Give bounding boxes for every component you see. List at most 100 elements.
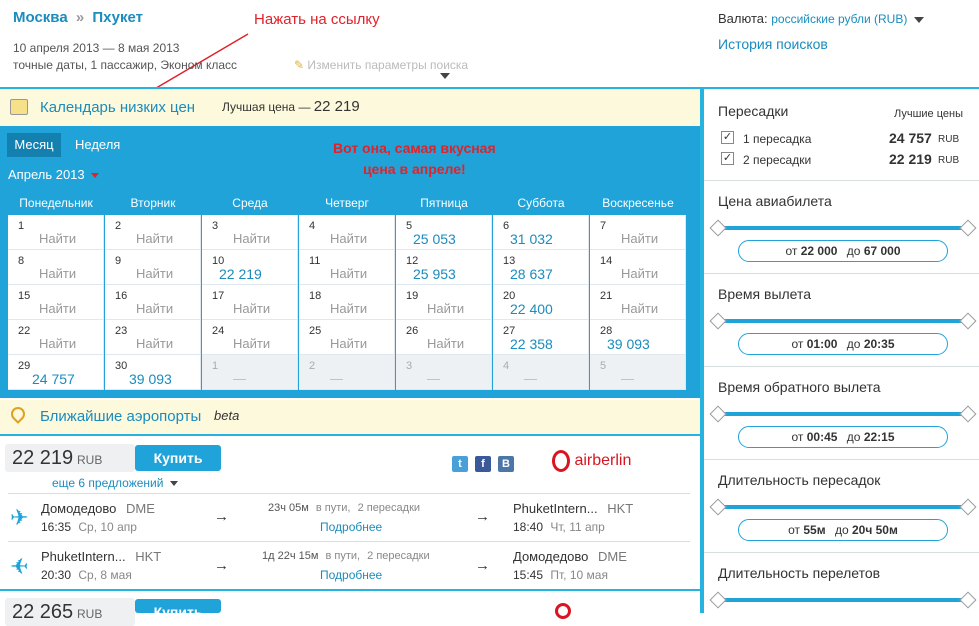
flight-duration-slider-track[interactable] [718,598,970,602]
day-find-link[interactable]: Найти [427,336,464,351]
nearby-airports-link[interactable]: Ближайшие аэропорты [40,408,201,425]
day-number: 19 [406,290,419,302]
calendar-day-cell[interactable]: 26 Найти [396,320,492,355]
filter-separator [704,180,979,181]
calendar-day-cell[interactable]: 20 22 400 [493,285,589,320]
calendar-day-cell[interactable]: 29 24 757 [8,355,104,390]
vkontakte-icon[interactable]: B [498,456,514,472]
beta-badge: beta [214,408,240,423]
calendar-day-cell[interactable]: 21 Найти [590,285,686,320]
day-find-link[interactable]: Найти [39,231,76,246]
buy-button[interactable]: Купить [135,445,221,471]
calendar-day-cell[interactable]: 17 Найти [202,285,298,320]
tab-month[interactable]: Месяц [7,133,61,157]
more-offers-link[interactable]: еще 6 предложений [52,476,178,490]
calendar-day-cell[interactable]: 11 Найти [299,250,395,285]
day-find-link[interactable]: Найти [136,266,173,281]
calendar-day-cell[interactable]: 18 Найти [299,285,395,320]
day-find-link[interactable]: Найти [233,336,270,351]
day-price[interactable]: 22 400 [510,301,553,317]
day-number: 16 [115,290,128,302]
day-find-link[interactable]: Найти [233,301,270,316]
tab-week[interactable]: Неделя [75,137,120,152]
calendar-day-cell[interactable]: 6 31 032 [493,215,589,250]
return-range-display: от 00:45 до 22:15 [738,426,948,448]
calendar-day-cell[interactable]: 27 22 358 [493,320,589,355]
day-find-link[interactable]: Найти [330,336,367,351]
calendar-day-cell[interactable]: 12 25 953 [396,250,492,285]
calendar-day-cell[interactable]: 15 Найти [8,285,104,320]
calendar-day-cell[interactable]: 16 Найти [105,285,201,320]
chevron-down-icon[interactable] [440,73,450,79]
calendar-day-cell[interactable]: 14 Найти [590,250,686,285]
price-slider-track[interactable] [718,226,970,230]
day-price[interactable]: 39 093 [607,336,650,352]
day-find-link[interactable]: Найти [233,231,270,246]
day-find-link[interactable]: Найти [136,231,173,246]
day-price[interactable]: 24 757 [32,371,75,387]
calendar-day-cell[interactable]: 1 Найти [8,215,104,250]
return-filter-title: Время обратного вылета [718,379,881,395]
day-find-link[interactable]: Найти [621,231,658,246]
low-price-calendar-link[interactable]: Календарь низких цен [40,99,195,116]
day-find-link[interactable]: Найти [39,266,76,281]
month-selector[interactable]: Апрель 2013 [8,167,100,182]
calendar-day-cell[interactable]: 24 Найти [202,320,298,355]
departure-slider-track[interactable] [718,319,970,323]
stops-price: 24 757 [889,130,932,146]
calendar-day-cell[interactable]: 22 Найти [8,320,104,355]
day-find-link[interactable]: Найти [136,336,173,351]
calendar-day-cell[interactable]: 10 22 219 [202,250,298,285]
day-find-link[interactable]: Найти [621,266,658,281]
calendar-day-cell[interactable]: 7 Найти [590,215,686,250]
calendar-day-cell[interactable]: 2 Найти [105,215,201,250]
leg-divider [8,541,690,542]
currency-selector[interactable]: Валюта: российские рубли (RUB) [718,11,924,26]
calendar-day-cell[interactable]: 28 39 093 [590,320,686,355]
day-find-link[interactable]: Найти [330,301,367,316]
calendar-day-cell[interactable]: 19 Найти [396,285,492,320]
stops-checkbox[interactable]: ✓ [721,152,734,165]
day-price[interactable]: 39 093 [129,371,172,387]
return-slider-track[interactable] [718,412,970,416]
day-price[interactable]: 25 953 [413,266,456,282]
buy-button[interactable]: Купить [135,599,221,613]
calendar-day-cell[interactable]: 9 Найти [105,250,201,285]
calendar-day-cell[interactable]: 3 Найти [202,215,298,250]
calendar-day-cell[interactable]: 5 25 053 [396,215,492,250]
day-find-link[interactable]: Найти [39,336,76,351]
twitter-icon[interactable]: t [452,456,468,472]
leg2-arr: 15:45 Пт, 10 мая [513,568,608,582]
facebook-icon[interactable]: f [475,456,491,472]
calendar-day-cell[interactable]: 4 Найти [299,215,395,250]
calendar-day-cell[interactable]: 8 Найти [8,250,104,285]
calendar-day-cell[interactable]: 13 28 637 [493,250,589,285]
day-find-link[interactable]: Найти [427,301,464,316]
offer-divider [0,589,700,591]
stops-checkbox[interactable]: ✓ [721,131,734,144]
day-number: 6 [503,220,510,232]
day-price[interactable]: 22 219 [219,266,262,282]
day-find-link[interactable]: Найти [39,301,76,316]
calendar-day-cell[interactable]: 30 39 093 [105,355,201,390]
price-range-display: от 22 000 до 67 000 [738,240,948,262]
leg1-details-link[interactable]: Подробнее [320,520,382,534]
change-params-link[interactable]: ✎ Изменить параметры поиска [294,58,468,72]
layover-slider-track[interactable] [718,505,970,509]
day-price[interactable]: 28 637 [510,266,553,282]
calendar-day-cell[interactable]: 25 Найти [299,320,395,355]
calendar-day-cell[interactable]: 23 Найти [105,320,201,355]
day-number: 25 [309,325,322,337]
leg2-duration-value: 1д 22ч 15м [262,550,319,562]
day-find-link[interactable]: Найти [330,266,367,281]
search-history-link[interactable]: История поисков [718,36,828,52]
day-price[interactable]: 31 032 [510,231,553,247]
day-find-link[interactable]: Найти [621,301,658,316]
day-find-link[interactable]: Найти [136,301,173,316]
leg2-details-link[interactable]: Подробнее [320,568,382,582]
weekday-5: Пятница [420,196,468,210]
leg2-to-airport: Домодедово [513,549,589,564]
day-price[interactable]: 25 053 [413,231,456,247]
day-price[interactable]: 22 358 [510,336,553,352]
day-find-link[interactable]: Найти [330,231,367,246]
